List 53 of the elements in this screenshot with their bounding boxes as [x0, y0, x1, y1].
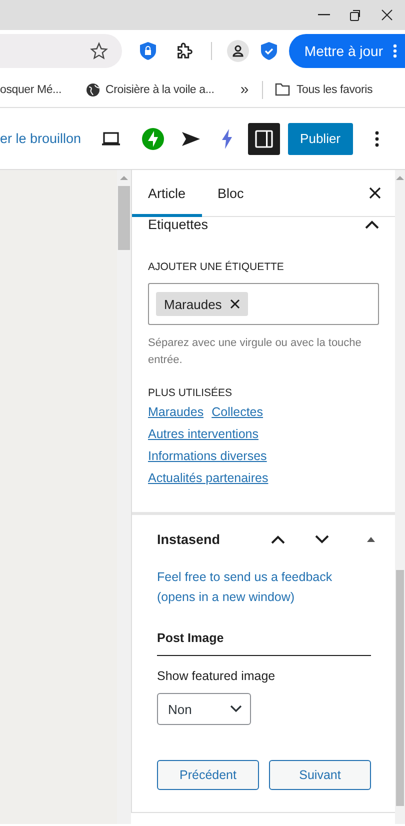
sidebar-tab[interactable]: Bloc [202, 170, 260, 217]
shield-lock-icon[interactable] [140, 42, 156, 60]
shield-check-icon[interactable] [261, 42, 277, 60]
remove-tag-button[interactable] [230, 299, 240, 309]
field-label: AJOUTER UNE ÉTIQUETTE [148, 261, 285, 273]
laptop-icon[interactable] [101, 132, 122, 146]
section-label: PLUS UTILISÉES [148, 387, 234, 399]
sidebar-toggle-button[interactable] [248, 122, 280, 154]
more-bookmarks-button[interactable]: » [240, 81, 248, 98]
close-icon[interactable] [369, 187, 381, 199]
bolt-icon[interactable] [221, 128, 234, 148]
bookmark-folder[interactable]: Tous les favoris [296, 84, 373, 96]
scrollbar[interactable] [395, 170, 405, 824]
restore-icon[interactable] [350, 10, 361, 20]
panel-title[interactable]: Etiquettes [148, 216, 208, 232]
chevron-down-icon[interactable] [230, 705, 242, 713]
tag-link[interactable]: Actualités partenaires [148, 471, 268, 485]
publish-button[interactable]: Publier [288, 122, 353, 154]
panel-title: Instasend [157, 532, 222, 546]
move-down-button[interactable] [315, 534, 329, 544]
bookmark-link[interactable]: osquer Mé... [0, 84, 62, 96]
puzzle-icon[interactable] [175, 41, 195, 61]
help-text: Séparez avec une virgule ou avec la touche entrée. [148, 336, 362, 368]
tag-link[interactable]: Autres interventions [148, 427, 258, 441]
tag-input-field[interactable]: Maraudes [148, 283, 379, 325]
save-draft-link[interactable]: er le brouillon [0, 131, 82, 146]
sidebar-tab[interactable]: Article [132, 170, 202, 217]
featured-image-select[interactable]: Non [157, 693, 251, 725]
feedback-link[interactable]: Feel free to send us a feedback (opens in a new window) [157, 567, 371, 607]
move-up-button[interactable] [271, 534, 285, 544]
nav-button[interactable]: Précédent [157, 760, 259, 790]
profile-icon[interactable] [227, 40, 249, 62]
tag-link[interactable]: Informations diverses [148, 449, 267, 463]
update-button[interactable]: Mettre à jour [289, 34, 405, 68]
collapse-icon[interactable] [365, 220, 379, 228]
globe-icon [86, 82, 100, 96]
minimize-icon[interactable] [318, 14, 330, 16]
bookmark-link[interactable]: Croisière à la voile a... [106, 84, 214, 96]
nav-button[interactable]: Suivant [269, 760, 371, 790]
tag-label: Maraudes [164, 296, 222, 312]
close-icon[interactable] [381, 9, 393, 21]
bolt-circle-icon[interactable] [142, 128, 164, 150]
section-heading: Post Image [157, 631, 371, 656]
collapse-icon[interactable] [367, 536, 375, 542]
scrollbar[interactable] [117, 170, 131, 824]
tag-link[interactable]: Maraudes [148, 405, 204, 419]
select-label: Show featured image [157, 669, 276, 683]
more-options-icon[interactable] [374, 130, 379, 146]
tag-link[interactable]: Collectes [212, 405, 264, 419]
sidebar-panel-icon[interactable] [255, 130, 274, 148]
star-icon[interactable] [90, 42, 108, 60]
folder-icon [275, 83, 290, 96]
send-icon[interactable] [182, 132, 200, 146]
